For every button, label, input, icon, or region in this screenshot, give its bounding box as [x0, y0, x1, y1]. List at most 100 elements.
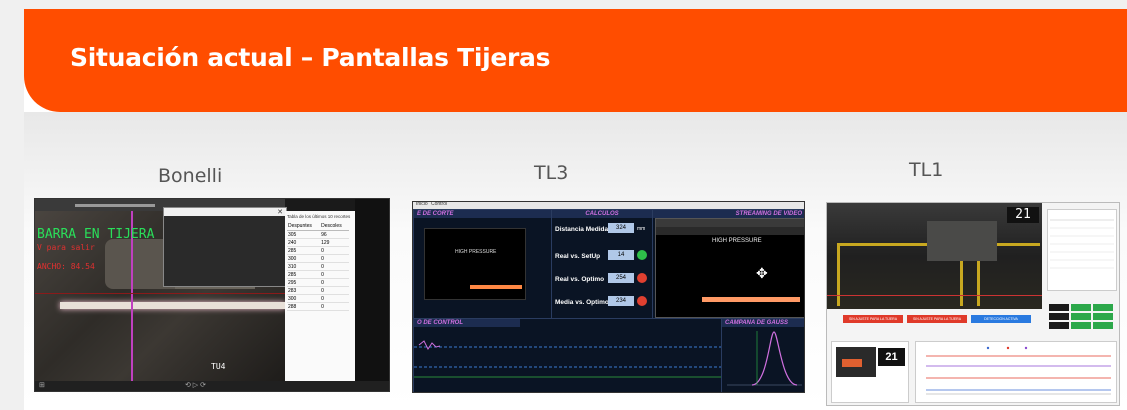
table-cell: 283 [287, 286, 321, 295]
reference-line [827, 295, 1042, 296]
table-cell: 0 [320, 254, 349, 263]
overlay-id: TU4 [211, 362, 226, 371]
label-tl1: TL1 [909, 159, 944, 181]
table-cell: 0 [320, 278, 349, 287]
grid-cell[interactable] [1071, 322, 1091, 329]
grid-cell[interactable] [1093, 322, 1113, 329]
hot-spot [842, 359, 862, 367]
panel-calculos: CALCULOS Distancia Medida 324 mm Real vs… [551, 209, 653, 319]
recortes-table: Despuntes Descoles 305 96 240 129 285 0 300 0 31… [287, 222, 349, 311]
mini-counter: 21 [878, 348, 905, 366]
machine-shape [927, 221, 997, 261]
table-row: 285 0 [287, 246, 349, 255]
table-cell: 310 [287, 262, 321, 271]
slider-track[interactable] [75, 204, 155, 207]
table-cell: 285 [287, 270, 321, 279]
legend-dot [986, 346, 990, 350]
legend-dot [1006, 346, 1010, 350]
status-button[interactable]: SIN AJUSTE PARA LA TIJERA [843, 315, 903, 323]
grid-cell[interactable] [1049, 304, 1069, 311]
play-controls-icon[interactable]: ⟲ ▷ ⟳ [185, 381, 206, 389]
metric-label: Real vs. Optimo [555, 276, 605, 283]
hot-bar [470, 285, 522, 289]
panel-control: O DE CONTROL [413, 318, 722, 392]
grid-cell[interactable] [1049, 322, 1069, 329]
overlay-width: ANCHO: 84.54 [37, 262, 95, 271]
table-row: 305 96 [287, 230, 349, 239]
tl1-chart-panel [915, 341, 1117, 403]
windows-icon[interactable]: ⊞ [39, 381, 45, 389]
table-row: 300 0 [287, 254, 349, 263]
table-cell: 240 [287, 238, 321, 247]
panel-video: STREAMING DE VIDEO HIGH PRESSURE ✥ [652, 209, 804, 319]
status-led-red [637, 296, 647, 306]
table-cell: 0 [320, 302, 349, 311]
tl1-counter: 21 [1007, 207, 1039, 223]
close-icon[interactable]: ✕ [277, 208, 283, 216]
tl1-event-list [1047, 209, 1117, 291]
table-header: Descoles [320, 222, 349, 231]
table-row: 295 0 [287, 278, 349, 287]
gauss-chart [727, 331, 802, 386]
metric-label: Real vs. SetUp [555, 253, 601, 260]
table-cell: 129 [320, 238, 349, 247]
tab-inicio[interactable]: Inicio [416, 202, 428, 207]
grid-cell[interactable] [1093, 304, 1113, 311]
label-bonelli: Bonelli [158, 165, 223, 187]
recortes-title: Tabla de los últimos 10 recortes [287, 214, 351, 219]
popup-titlebar [164, 208, 286, 216]
browser-window: HIGH PRESSURE ✥ [655, 218, 804, 318]
browser-tabbar [656, 219, 804, 227]
table-cell: 0 [320, 286, 349, 295]
side-strip [355, 199, 389, 391]
tl1-camera-feed: 21 [827, 203, 1042, 309]
mini-camera [836, 347, 876, 377]
overlay-hint: V para salir [37, 243, 95, 252]
glowing-bar [60, 302, 285, 309]
table-cell: 96 [320, 230, 349, 239]
table-cell: 0 [320, 246, 349, 255]
slide-title: Situación actual – Pantallas Tijeras [70, 43, 551, 72]
panel-gauss: CAMPANA DE GAUSS [721, 318, 804, 392]
control-series [418, 340, 441, 350]
event-list-lines [1050, 219, 1114, 269]
video-text: HIGH PRESSURE [712, 238, 762, 244]
grid-cell[interactable] [1071, 304, 1091, 311]
table-cell: 285 [287, 246, 321, 255]
table-cell: 305 [287, 230, 321, 239]
taskbar: ⊞ ⟲ ▷ ⟳ [35, 381, 389, 391]
browser-address-bar[interactable] [656, 227, 804, 235]
status-button[interactable]: SIN AJUSTE PARA LA TIJERA [907, 315, 967, 323]
metric-value: 324 [608, 223, 634, 233]
status-button[interactable]: DETECCION ACTIVA [971, 315, 1031, 323]
table-row: 300 0 [287, 294, 349, 303]
table-row: 240 129 [287, 238, 349, 247]
corte-camera-text: HIGH PRESSURE [455, 249, 497, 255]
grid-cell[interactable] [1049, 313, 1069, 320]
mini-camera-panel: 21 [831, 341, 909, 403]
corte-camera: HIGH PRESSURE [424, 228, 526, 300]
table-cell: 300 [287, 254, 321, 263]
tab-control[interactable]: Control [431, 202, 447, 207]
grid-cell[interactable] [1071, 313, 1091, 320]
metric-unit: mm [637, 226, 646, 232]
table-row: 285 0 [287, 270, 349, 279]
grid-cell[interactable] [1093, 313, 1113, 320]
menu-bar: Inicio Control [413, 202, 804, 209]
panel-corte-title: E DE CORTE [414, 210, 551, 218]
panel-corte: E DE CORTE HIGH PRESSURE [413, 209, 552, 319]
metric-value: 234 [608, 296, 634, 306]
reference-line [35, 293, 285, 294]
table-cell: 300 [287, 294, 321, 303]
table-header: Despuntes [287, 222, 321, 231]
panel-gauss-title: CAMPANA DE GAUSS [722, 319, 804, 327]
table-cell: 0 [320, 270, 349, 279]
table-cell: 288 [287, 302, 321, 311]
tl1-chart [926, 346, 1111, 395]
gauss-curve [751, 331, 798, 386]
panel-calculos-title: CALCULOS [552, 210, 652, 218]
panel-video-title: STREAMING DE VIDEO [653, 210, 804, 218]
metric-label: Media vs. Optimo [555, 299, 609, 306]
metric-label: Distancia Medida [555, 226, 609, 233]
table-cell: 0 [320, 294, 349, 303]
